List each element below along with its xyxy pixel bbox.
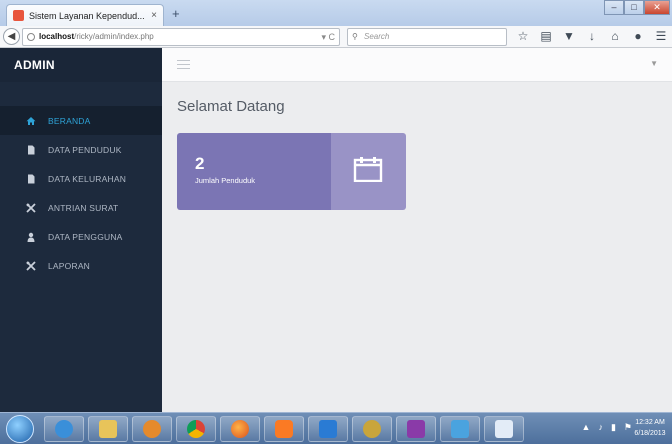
tray-arrow-icon[interactable]: ▲	[582, 422, 591, 433]
system-tray: ▲ ♪ ▮ ⚑	[582, 422, 632, 433]
chevron-down-icon[interactable]: ▼	[650, 59, 658, 68]
tools-icon	[26, 260, 36, 271]
sidebar-item-antrian-surat[interactable]: ANTRIAN SURAT	[0, 193, 162, 222]
start-button[interactable]	[6, 415, 34, 443]
user-icon	[26, 232, 36, 242]
address-bar[interactable]: localhost/ricky/admin/index.php ▾ C	[22, 28, 340, 46]
file-explorer-icon[interactable]	[88, 416, 128, 442]
internet-explorer-icon[interactable]	[44, 416, 84, 442]
stat-label: Jumlah Penduduk	[195, 176, 256, 185]
sidebar-item-beranda[interactable]: BERANDA	[0, 106, 162, 135]
bookmark-star-icon[interactable]: ☆	[516, 29, 530, 43]
menu-icon[interactable]: ☰	[654, 29, 668, 43]
editor-icon[interactable]	[352, 416, 392, 442]
brand-title[interactable]: ADMIN	[0, 48, 162, 82]
home-browser-icon[interactable]: ⌂	[608, 29, 622, 43]
sidebar-item-label: DATA PENGGUNA	[48, 231, 123, 242]
clock-time: 12:32 AM	[635, 419, 665, 426]
winrar-icon[interactable]	[396, 416, 436, 442]
volume-icon[interactable]: ♪	[598, 422, 603, 433]
url-host: localhost	[39, 32, 75, 41]
sidebar-item-data-kelurahan[interactable]: DATA KELURAHAN	[0, 164, 162, 193]
stat-count: 2	[195, 154, 205, 173]
search-placeholder: Search	[364, 32, 390, 41]
xampp-icon[interactable]	[264, 416, 304, 442]
sidebar-item-label: DATA KELURAHAN	[48, 173, 127, 184]
globe-icon	[27, 33, 35, 41]
document-icon	[26, 174, 36, 184]
maximize-button[interactable]: □	[624, 0, 644, 15]
page-title: Selamat Datang	[177, 98, 285, 115]
clock-date: 6/18/2013	[634, 430, 666, 437]
sidebar-item-laporan[interactable]: LAPORAN	[0, 251, 162, 280]
outlook-icon[interactable]	[132, 416, 172, 442]
url-path: /ricky/admin/index.php	[74, 32, 154, 41]
sidebar-item-label: BERANDA	[48, 115, 91, 126]
word-icon[interactable]	[484, 416, 524, 442]
stat-card-icon-panel	[331, 133, 406, 210]
sidebar-item-label: DATA PENDUDUK	[48, 144, 122, 155]
pocket-icon[interactable]: ▼	[562, 29, 576, 43]
browser-tab[interactable]: Sistem Layanan Kependud... ×	[6, 4, 164, 26]
media-icon[interactable]	[440, 416, 480, 442]
top-bar: ▼	[162, 48, 672, 82]
tools-icon	[26, 202, 36, 213]
sidebar-item-data-penduduk[interactable]: DATA PENDUDUK	[0, 135, 162, 164]
chat-icon[interactable]: ●	[631, 29, 645, 43]
window-controls: – □ ✕	[604, 0, 670, 15]
tab-close-icon[interactable]: ×	[151, 10, 157, 21]
sidebar-item-label: ANTRIAN SURAT	[48, 202, 119, 213]
stat-card-body: 2 Jumlah Penduduk	[177, 133, 331, 210]
firefox-icon[interactable]	[220, 416, 260, 442]
main-content: Selamat Datang 2 Jumlah Penduduk	[162, 82, 672, 412]
stat-card-penduduk[interactable]: 2 Jumlah Penduduk	[177, 133, 406, 210]
chrome-icon[interactable]	[176, 416, 216, 442]
network-icon[interactable]: ▮	[611, 422, 616, 433]
browser-toolbar: ☆ ▤ ▼ ↓ ⌂ ● ☰	[516, 29, 668, 43]
vscode-icon[interactable]	[308, 416, 348, 442]
sidebar-item-label: LAPORAN	[48, 260, 91, 271]
hamburger-menu-icon[interactable]	[177, 60, 190, 69]
browser-navbar: ◀ localhost/ricky/admin/index.php ▾ C ⚲ …	[0, 26, 672, 48]
download-icon[interactable]: ↓	[585, 29, 599, 43]
close-window-button[interactable]: ✕	[644, 0, 670, 15]
sidebar-item-data-pengguna[interactable]: DATA PENGGUNA	[0, 222, 162, 251]
clipboard-icon[interactable]: ▤	[539, 29, 553, 43]
search-icon: ⚲	[352, 32, 358, 41]
taskbar-clock[interactable]: 12:32 AM 6/18/2013	[632, 417, 668, 439]
document-icon	[26, 145, 36, 155]
browser-search-input[interactable]: ⚲ Search	[347, 28, 507, 46]
calendar-icon	[353, 157, 383, 182]
sidebar-menu: BERANDA DATA PENDUDUK DATA KELURAHAN ANT…	[0, 106, 162, 280]
back-arrow-icon[interactable]: ◀	[3, 28, 20, 45]
os-taskbar: ▲ ♪ ▮ ⚑ 12:32 AM 6/18/2013	[0, 412, 672, 444]
minimize-button[interactable]: –	[604, 0, 624, 15]
new-tab-button[interactable]: +	[172, 6, 180, 21]
site-favicon-icon	[13, 10, 24, 21]
home-icon	[26, 116, 36, 126]
sidebar: ADMIN BERANDA DATA PENDUDUK DATA KELURAH…	[0, 48, 162, 412]
reload-icon[interactable]: ▾ C	[321, 29, 335, 45]
tab-title: Sistem Layanan Kependud...	[29, 10, 145, 21]
flag-icon[interactable]: ⚑	[624, 422, 632, 433]
browser-tab-strip: Sistem Layanan Kependud... × + – □ ✕	[0, 0, 672, 26]
